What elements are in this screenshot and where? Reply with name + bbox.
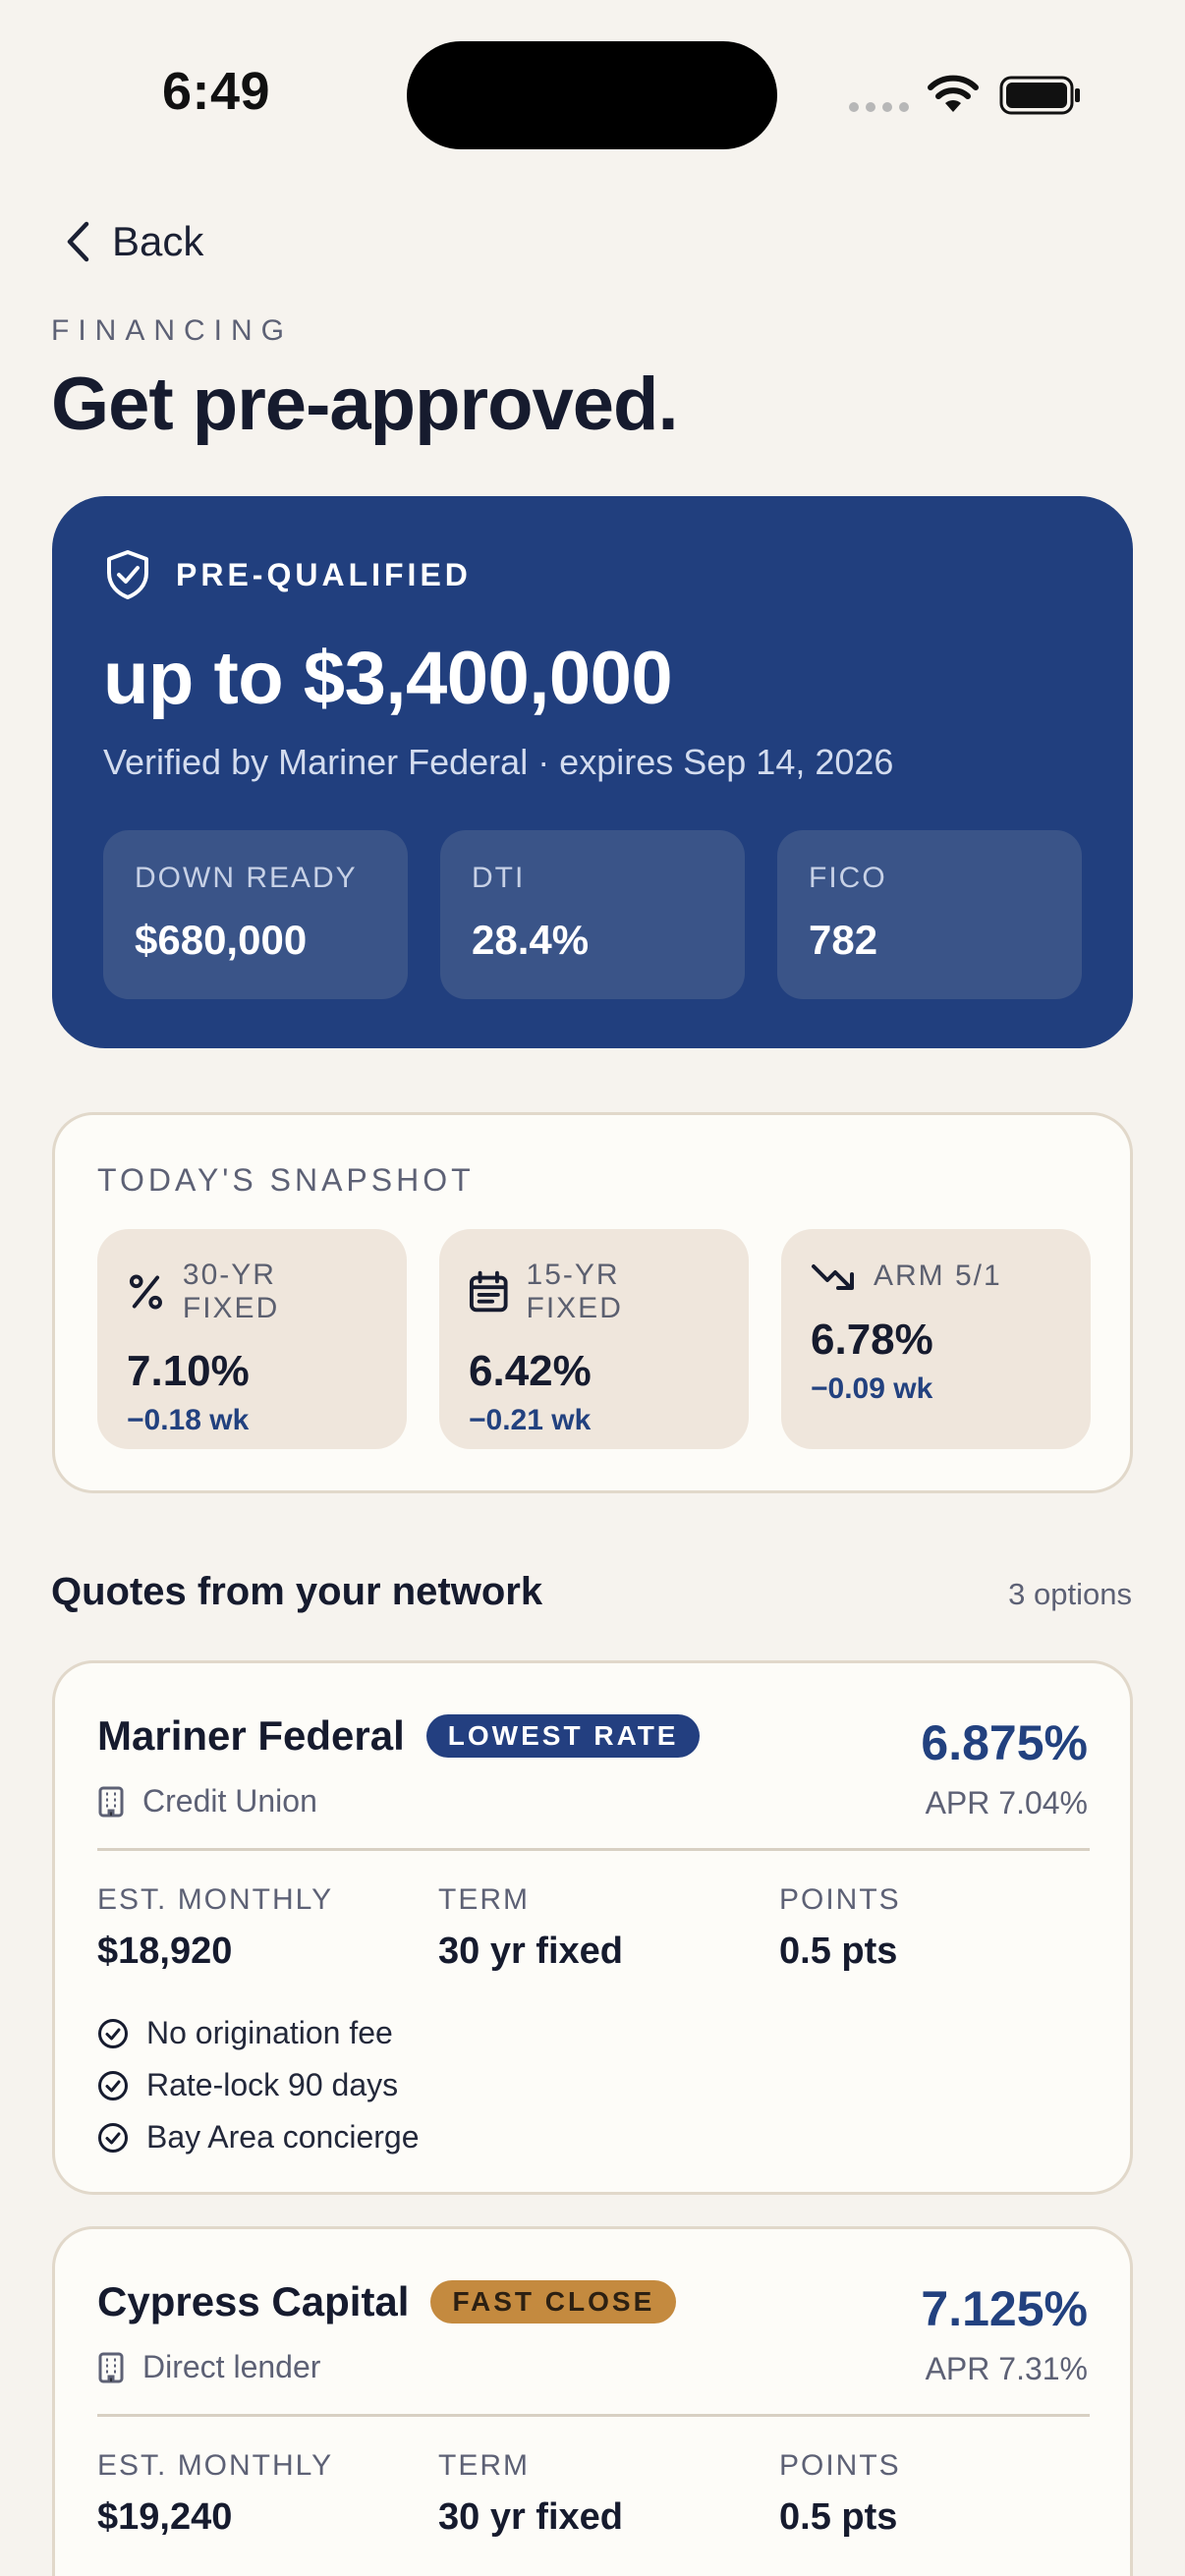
col-value: $19,240 (97, 2496, 233, 2538)
divider (97, 1848, 1090, 1851)
stat-value: $680,000 (135, 917, 308, 963)
loan-term: TERM 30 yr fixed (438, 1883, 779, 1973)
tile-rate: 6.78% (811, 1316, 933, 1364)
tile-change: −0.21 wk (469, 1404, 592, 1436)
check-circle-icon (98, 2070, 128, 2100)
loan-points: POINTS 0.5 pts (779, 1883, 1120, 1973)
col-label: TERM (438, 2449, 530, 2482)
status-time: 6:49 (162, 62, 271, 121)
tile-label: 30-YR FIXED (182, 1259, 280, 1324)
trending-down-icon (812, 1264, 854, 1290)
dynamic-island (407, 41, 777, 149)
tile-rate: 7.10% (127, 1347, 250, 1395)
col-label: EST. MONTHLY (97, 1883, 334, 1916)
percent-icon (129, 1274, 162, 1310)
stat-label: DOWN READY (135, 862, 358, 894)
divider (97, 2414, 1090, 2417)
prequalified-card: PRE-QUALIFIED up to $3,400,000 Verified … (52, 496, 1133, 1048)
stat-value: 782 (809, 917, 878, 963)
quote-apr: APR 7.04% (925, 1785, 1088, 1820)
stat-label: FICO (809, 862, 887, 894)
quote-rate: 6.875% (921, 1715, 1088, 1770)
fast-close-badge: FAST CLOSE (430, 2280, 677, 2324)
lender-type: Direct lender (142, 2349, 321, 2384)
tile-rate: 6.42% (469, 1347, 592, 1395)
battery-icon (999, 76, 1080, 115)
prequalified-amount: up to $3,400,000 (103, 637, 673, 720)
prequalified-badge: PRE-QUALIFIED (105, 549, 472, 600)
shield-check-icon (107, 550, 148, 599)
stat-down-ready: DOWN READY $680,000 (103, 830, 408, 999)
col-value: $18,920 (97, 1931, 233, 1972)
col-label: POINTS (779, 1883, 901, 1916)
cellular-signal-icon (849, 102, 909, 112)
lender-type: Credit Union (142, 1783, 317, 1819)
stat-value: 28.4% (472, 917, 590, 963)
col-label: TERM (438, 1883, 530, 1916)
tile-change: −0.09 wk (811, 1372, 933, 1405)
feature-item: Bay Area concierge (97, 2111, 420, 2163)
col-label: POINTS (779, 2449, 901, 2482)
wifi-icon (928, 75, 979, 112)
back-button[interactable]: Back (65, 218, 203, 265)
feature-list: No origination fee Rate-lock 90 days Bay… (97, 2007, 420, 2163)
snapshot-title: TODAY'S SNAPSHOT (97, 1162, 475, 1198)
stat-fico: FICO 782 (777, 830, 1082, 999)
rate-tile-30yr[interactable]: 30-YR FIXED 7.10% −0.18 wk (97, 1229, 407, 1449)
verification-note: Verified by Mariner Federal · expires Se… (103, 742, 894, 782)
tile-label: 15-YR FIXED (526, 1259, 623, 1324)
chevron-left-icon (67, 221, 89, 262)
quotes-header: Quotes from your network 3 options (51, 1570, 1132, 1614)
loan-term: TERM 30 yr fixed (438, 2449, 779, 2539)
loan-points: POINTS 0.5 pts (779, 2449, 1120, 2539)
quote-apr: APR 7.31% (925, 2351, 1088, 2386)
quote-card-cypress-capital[interactable]: Cypress Capital FAST CLOSE Direct lender… (52, 2226, 1133, 2576)
feature-item: Rate-lock 90 days (97, 2059, 420, 2111)
col-label: EST. MONTHLY (97, 2449, 334, 2482)
quote-rate: 7.125% (921, 2281, 1088, 2336)
back-label: Back (112, 218, 204, 264)
lowest-rate-badge: LOWEST RATE (425, 1714, 701, 1758)
lender-name: Mariner Federal (97, 1712, 405, 1759)
est-monthly: EST. MONTHLY $18,920 (97, 1883, 438, 1973)
col-value: 30 yr fixed (438, 2496, 623, 2538)
feature-text: Bay Area concierge (146, 2119, 420, 2155)
lender-name: Cypress Capital (97, 2278, 410, 2324)
est-monthly: EST. MONTHLY $19,240 (97, 2449, 438, 2539)
quotes-count: 3 options (1008, 1577, 1132, 1611)
prequalified-label: PRE-QUALIFIED (176, 556, 472, 592)
quotes-title: Quotes from your network (51, 1570, 543, 1613)
col-value: 30 yr fixed (438, 1931, 623, 1972)
stat-label: DTI (472, 862, 526, 894)
section-eyebrow: FINANCING (51, 314, 293, 347)
feature-item: No origination fee (97, 2007, 420, 2059)
rate-tile-arm[interactable]: ARM 5/1 6.78% −0.09 wk (781, 1229, 1091, 1449)
tile-label: ARM 5/1 (874, 1260, 1002, 1292)
tile-change: −0.18 wk (127, 1404, 250, 1436)
status-bar: 6:49 (0, 0, 1185, 187)
page-title: Get pre-approved. (51, 363, 679, 446)
feature-text: No origination fee (146, 2015, 393, 2050)
stat-dti: DTI 28.4% (440, 830, 745, 999)
col-value: 0.5 pts (779, 2496, 898, 2538)
rate-tile-15yr[interactable]: 15-YR FIXED 6.42% −0.21 wk (439, 1229, 749, 1449)
building-icon (98, 1786, 124, 1817)
col-value: 0.5 pts (779, 1931, 898, 1972)
check-circle-icon (98, 2122, 128, 2153)
check-circle-icon (98, 2018, 128, 2048)
calendar-icon (469, 1270, 508, 1313)
rates-snapshot-card: TODAY'S SNAPSHOT 30-YR FIXED 7.10% −0.18… (52, 1112, 1133, 1493)
hero-stats: DOWN READY $680,000 DTI 28.4% FICO 782 (103, 830, 1082, 999)
building-icon (98, 2352, 124, 2382)
feature-text: Rate-lock 90 days (146, 2067, 399, 2102)
quote-card-mariner-federal[interactable]: Mariner Federal LOWEST RATE Credit Union… (52, 1660, 1133, 2195)
